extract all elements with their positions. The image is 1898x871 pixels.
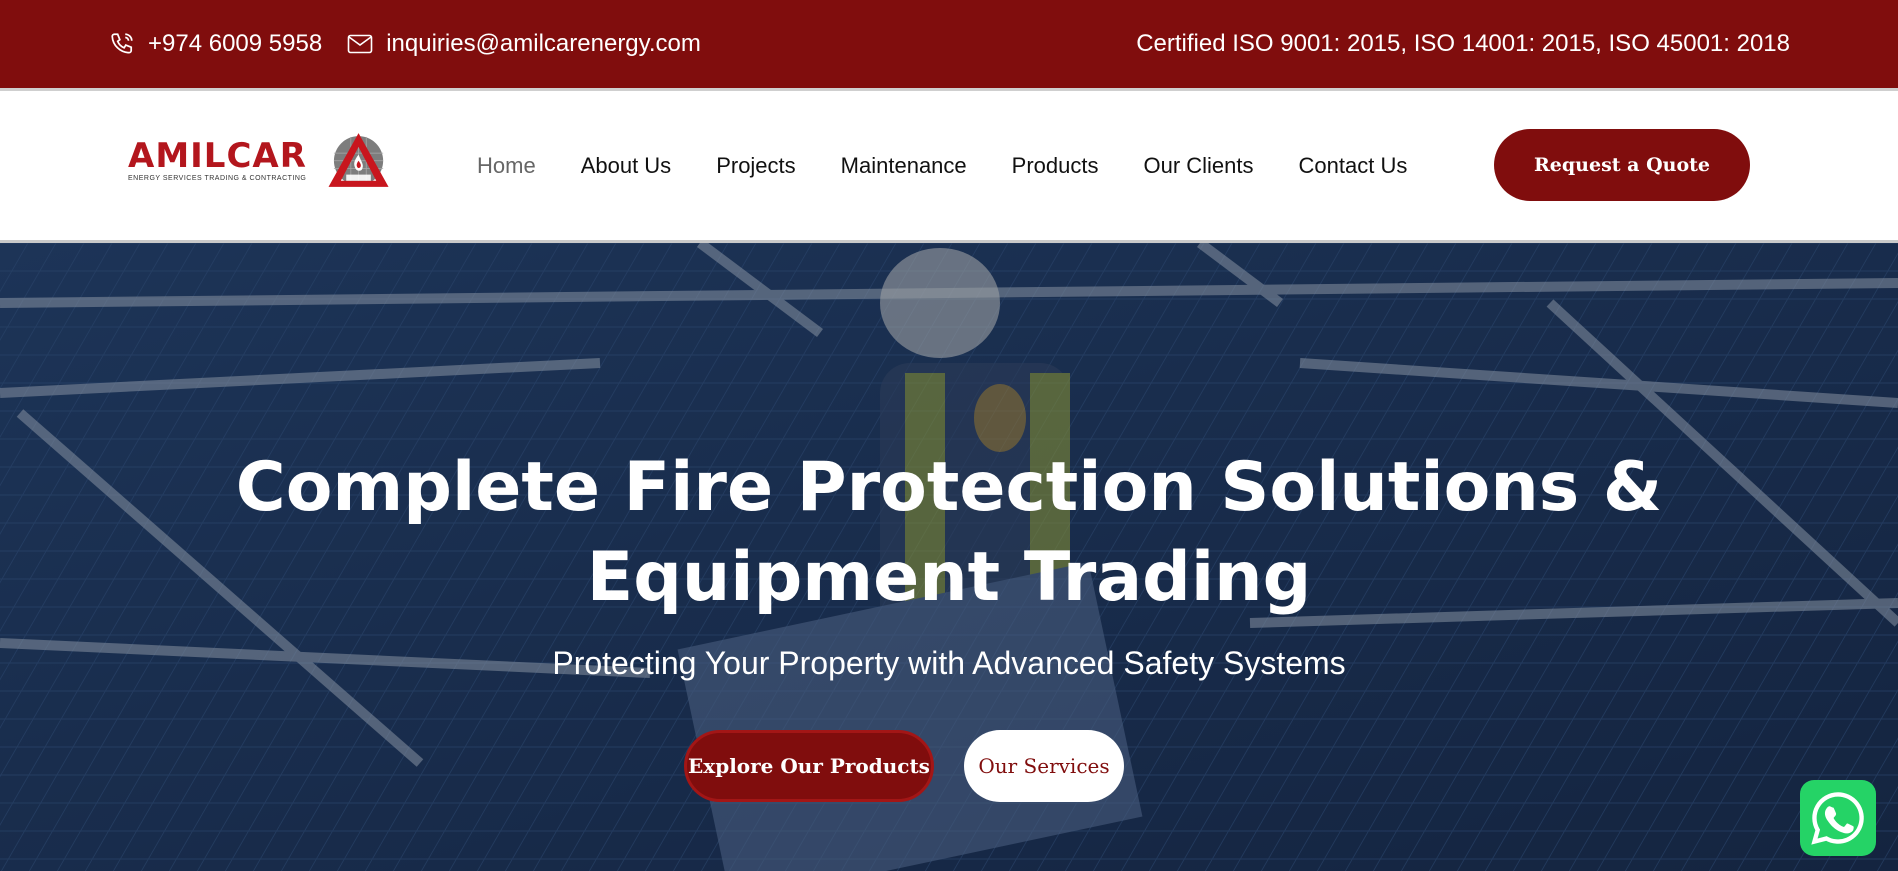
logo-tagline: ENERGY SERVICES TRADING & CONTRACTING [128,175,307,182]
top-contact-bar: +974 6009 5958 inquiries@amilcarenergy.c… [0,0,1898,88]
phone-icon [108,30,136,58]
hero-title-line1: Complete Fire Protection Solutions & [235,448,1663,527]
logo-name: AMILCAR [128,136,307,176]
nav-item-projects[interactable]: Projects [716,153,795,179]
our-services-button[interactable]: Our Services [964,730,1124,802]
certification-text: Certified ISO 9001: 2015, ISO 14001: 201… [1136,30,1790,57]
hero-title: Complete Fire Protection Solutions & Equ… [0,443,1898,623]
phone-number[interactable]: +974 6009 5958 [148,30,322,58]
nav-item-our-clients[interactable]: Our Clients [1143,153,1253,179]
email-contact[interactable]: inquiries@amilcarenergy.com [346,30,701,58]
main-nav: Home About Us Projects Maintenance Produ… [477,91,1452,240]
hero-subtitle: Protecting Your Property with Advanced S… [552,645,1346,681]
explore-products-button[interactable]: Explore Our Products [684,730,934,802]
nav-item-about-us[interactable]: About Us [581,153,672,179]
phone-contact[interactable]: +974 6009 5958 [108,30,322,58]
site-header: AMILCAR ENERGY SERVICES TRADING & CONTRA… [0,91,1898,240]
logo[interactable]: AMILCAR ENERGY SERVICES TRADING & CONTRA… [128,119,390,201]
mail-icon [346,30,374,58]
hero-title-line2: Equipment Trading [586,538,1312,617]
nav-item-home[interactable]: Home [477,153,536,179]
nav-item-maintenance[interactable]: Maintenance [841,153,967,179]
flame-triangle-logo-icon [328,133,389,187]
hero-section: Complete Fire Protection Solutions & Equ… [0,243,1898,871]
logo-text: AMILCAR ENERGY SERVICES TRADING & CONTRA… [128,138,307,182]
nav-item-contact-us[interactable]: Contact Us [1299,153,1408,179]
whatsapp-icon [1811,792,1864,845]
email-address[interactable]: inquiries@amilcarenergy.com [386,30,701,58]
whatsapp-button[interactable] [1800,780,1876,856]
nav-item-products[interactable]: Products [1012,153,1099,179]
request-quote-button[interactable]: Request a Quote [1494,129,1750,201]
